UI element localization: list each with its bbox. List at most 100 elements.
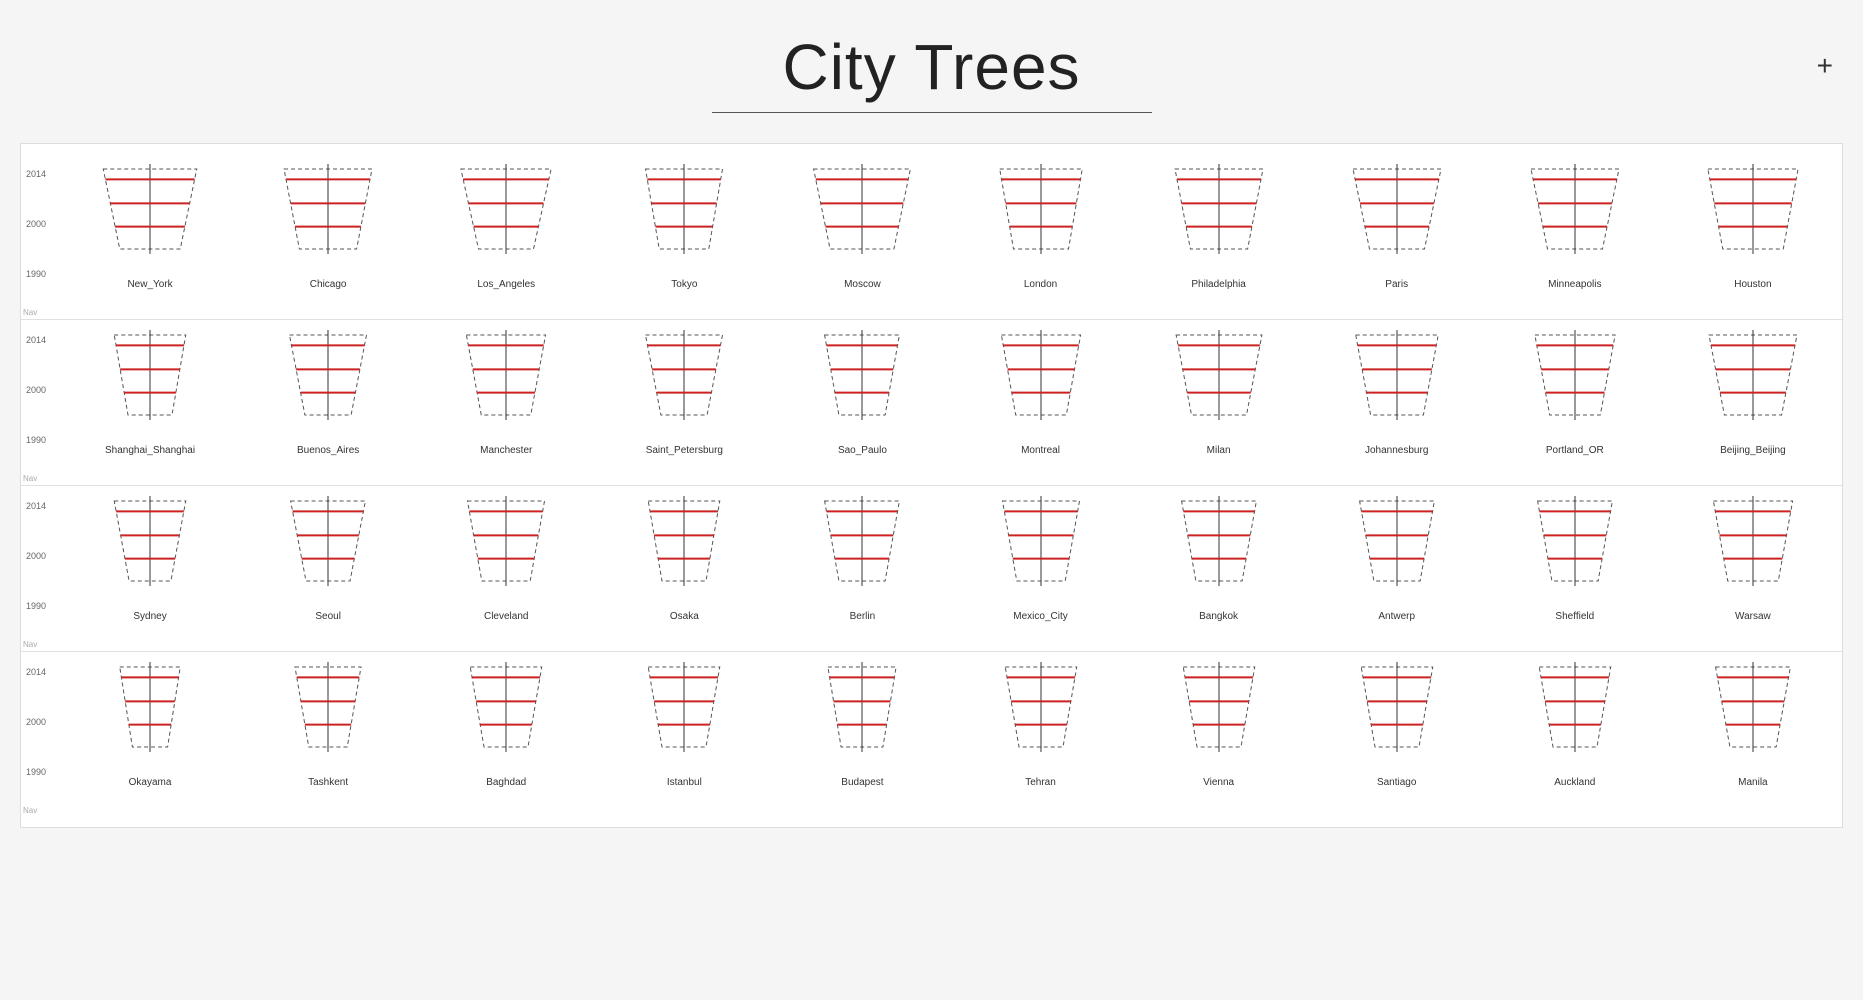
city-chart-seoul: Seoul	[248, 496, 408, 622]
city-chart-svg	[1698, 662, 1808, 772]
city-chart-svg	[273, 164, 383, 274]
city-chart-warsaw: Warsaw	[1673, 496, 1833, 622]
plus-button[interactable]: +	[1817, 50, 1833, 82]
city-chart-minneapolis: Minneapolis	[1495, 164, 1655, 290]
city-chart-tokyo: Tokyo	[604, 164, 764, 290]
city-label: Chicago	[310, 279, 347, 290]
city-label: Istanbul	[667, 777, 702, 788]
city-label: Baghdad	[486, 777, 526, 788]
city-label: Antwerp	[1378, 611, 1415, 622]
city-chart-svg	[629, 662, 739, 772]
city-chart-buenos-aires: Buenos_Aires	[248, 330, 408, 456]
city-chart-svg	[451, 496, 561, 606]
city-chart-antwerp: Antwerp	[1317, 496, 1477, 622]
y-axis: 201420001990	[21, 164, 61, 309]
city-chart-mexico-city: Mexico_City	[961, 496, 1121, 622]
city-chart-svg	[451, 662, 561, 772]
city-label: Tokyo	[671, 279, 697, 290]
city-label: Philadelphia	[1191, 279, 1246, 290]
row-nav-label: Nav	[21, 308, 37, 317]
city-label: Johannesburg	[1365, 445, 1428, 456]
city-label: Manila	[1738, 777, 1767, 788]
city-label: Moscow	[844, 279, 881, 290]
city-chart-london: London	[961, 164, 1121, 290]
city-chart-budapest: Budapest	[782, 662, 942, 788]
city-label: Buenos_Aires	[297, 445, 359, 456]
city-chart-auckland: Auckland	[1495, 662, 1655, 788]
city-chart-svg	[1698, 164, 1808, 274]
city-chart-milan: Milan	[1139, 330, 1299, 456]
city-chart-svg	[1342, 164, 1452, 274]
city-chart-beijing-beijing: Beijing_Beijing	[1673, 330, 1833, 456]
city-chart-svg	[1342, 662, 1452, 772]
chart-row-3: 201420001990Okayama Tashkent Baghdad Istanb…	[21, 652, 1842, 817]
city-label: Santiago	[1377, 777, 1416, 788]
city-chart-manila: Manila	[1673, 662, 1833, 788]
city-chart-svg	[95, 496, 205, 606]
row-nav-label: Nav	[21, 640, 37, 649]
city-chart-svg	[986, 662, 1096, 772]
city-label: Paris	[1385, 279, 1408, 290]
city-label: London	[1024, 279, 1057, 290]
city-label: Cleveland	[484, 611, 528, 622]
city-label: Osaka	[670, 611, 699, 622]
city-label: Mexico_City	[1013, 611, 1067, 622]
city-chart-svg	[451, 164, 561, 274]
city-chart-svg	[986, 164, 1096, 274]
city-chart-sao-paulo: Sao_Paulo	[782, 330, 942, 456]
city-label: Minneapolis	[1548, 279, 1601, 290]
row-nav-label: Nav	[21, 474, 37, 483]
city-label: Warsaw	[1735, 611, 1771, 622]
y-axis: 201420001990	[21, 662, 61, 807]
city-chart-svg	[629, 496, 739, 606]
city-chart-svg	[986, 330, 1096, 440]
charts-grid-row-3: Okayama Tashkent Baghdad Istanbul Budapest Te…	[61, 662, 1842, 788]
city-chart-paris: Paris	[1317, 164, 1477, 290]
city-chart-svg	[1164, 330, 1274, 440]
city-chart-svg	[1698, 330, 1808, 440]
page-title: City Trees	[0, 30, 1863, 104]
city-chart-johannesburg: Johannesburg	[1317, 330, 1477, 456]
city-label: Budapest	[841, 777, 883, 788]
city-chart-svg	[95, 662, 205, 772]
city-chart-svg	[1342, 330, 1452, 440]
page-title-section: City Trees +	[0, 0, 1863, 133]
city-chart-tashkent: Tashkent	[248, 662, 408, 788]
city-label: Tehran	[1025, 777, 1056, 788]
city-chart-svg	[986, 496, 1096, 606]
city-label: Bangkok	[1199, 611, 1238, 622]
city-chart-vienna: Vienna	[1139, 662, 1299, 788]
city-label: Seoul	[315, 611, 341, 622]
city-chart-baghdad: Baghdad	[426, 662, 586, 788]
city-chart-svg	[1164, 496, 1274, 606]
city-chart-svg	[1520, 496, 1630, 606]
city-chart-svg	[1164, 164, 1274, 274]
city-chart-svg	[807, 330, 917, 440]
city-chart-saint-petersburg: Saint_Petersburg	[604, 330, 764, 456]
charts-grid-row-1: Shanghai_ShanghaiBuenos_AiresManchesterS…	[61, 330, 1842, 456]
chart-row-2: 201420001990SydneySeoulClevelandOsakaBer…	[21, 486, 1842, 652]
city-chart-svg	[95, 330, 205, 440]
city-chart-chicago: Chicago	[248, 164, 408, 290]
city-label: Tashkent	[308, 777, 348, 788]
charts-grid-row-0: New_YorkChicagoLos_AngelesTokyoMoscowLon…	[61, 164, 1842, 290]
city-chart-moscow: Moscow	[782, 164, 942, 290]
city-chart-istanbul: Istanbul	[604, 662, 764, 788]
city-chart-los-angeles: Los_Angeles	[426, 164, 586, 290]
city-chart-manchester: Manchester	[426, 330, 586, 456]
charts-grid-row-2: SydneySeoulClevelandOsakaBerlinMexico_Ci…	[61, 496, 1842, 622]
city-label: Sheffield	[1555, 611, 1594, 622]
city-chart-bangkok: Bangkok	[1139, 496, 1299, 622]
title-underline	[712, 112, 1152, 113]
city-chart-svg	[1342, 496, 1452, 606]
city-label: Milan	[1207, 445, 1231, 456]
city-chart-svg	[807, 662, 917, 772]
chart-row-0: 201420001990New_YorkChicagoLos_AngelesTo…	[21, 154, 1842, 320]
city-label: Los_Angeles	[477, 279, 535, 290]
city-chart-okayama: Okayama	[70, 662, 230, 788]
city-label: Manchester	[480, 445, 532, 456]
city-chart-svg	[807, 496, 917, 606]
city-chart-montreal: Montreal	[961, 330, 1121, 456]
city-label: Beijing_Beijing	[1720, 445, 1786, 456]
city-chart-sydney: Sydney	[70, 496, 230, 622]
